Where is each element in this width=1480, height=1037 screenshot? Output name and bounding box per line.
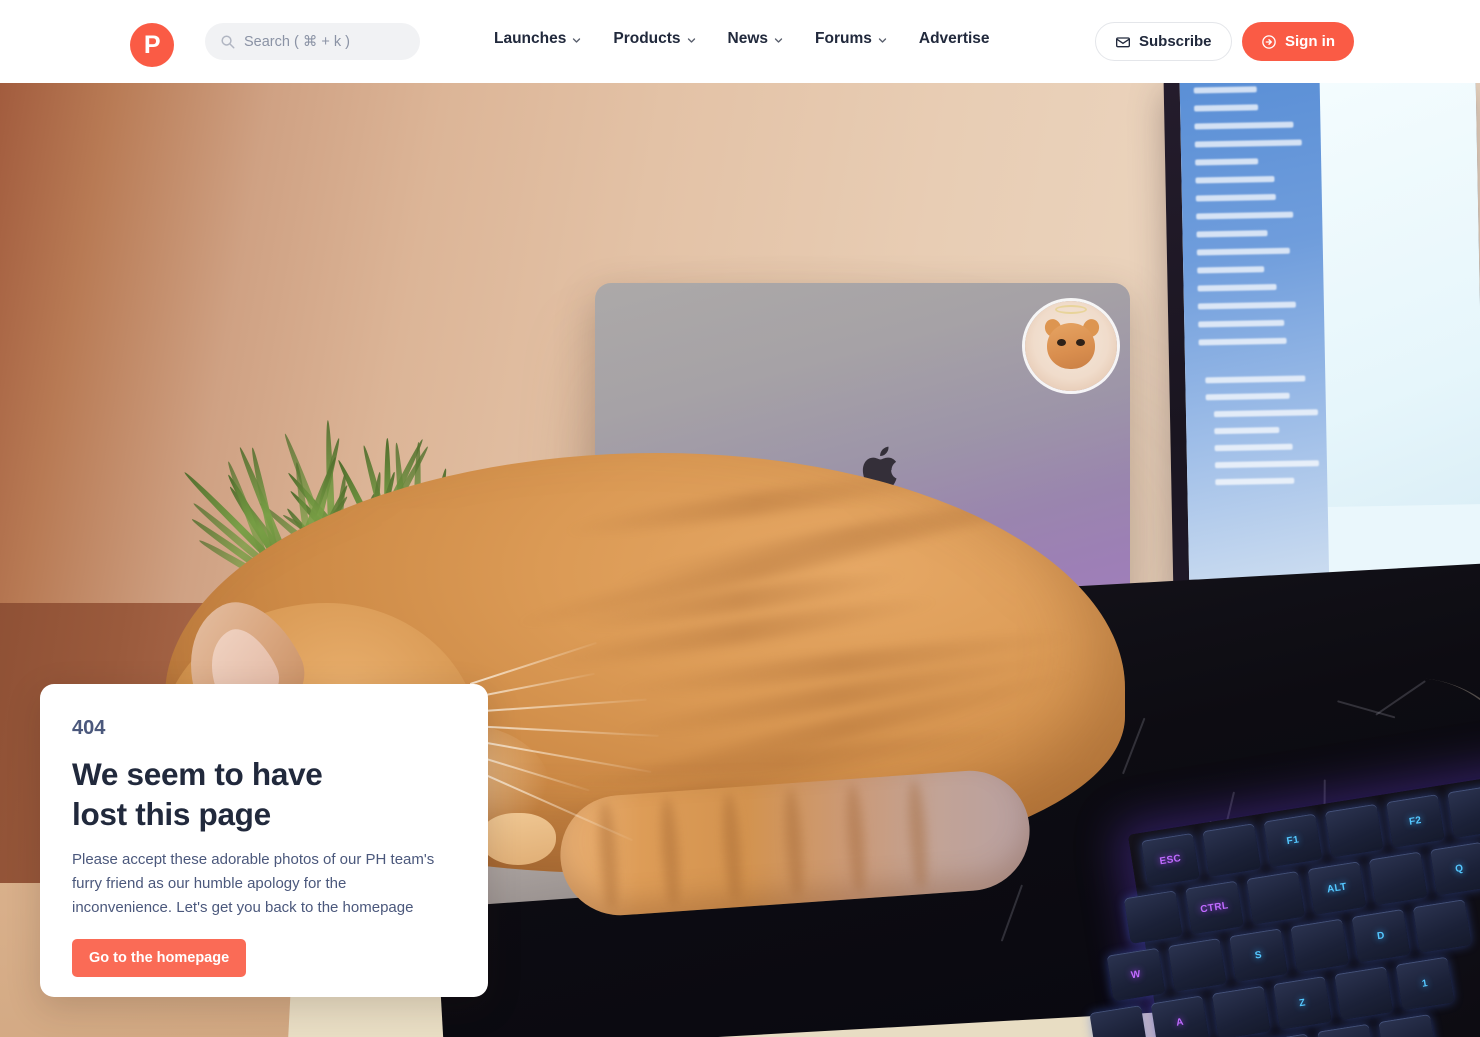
monitor-layer-row bbox=[1215, 444, 1293, 451]
cat-stripe bbox=[507, 500, 1013, 636]
chevron-down-icon bbox=[687, 36, 696, 45]
sign-in-arrow-icon bbox=[1261, 34, 1277, 50]
sign-in-button[interactable]: Sign in bbox=[1242, 22, 1354, 61]
monitor-sidebar-row bbox=[1198, 302, 1296, 310]
key-label: Z bbox=[1298, 997, 1306, 1009]
chevron-down-icon bbox=[774, 36, 783, 45]
tail-stripe bbox=[720, 793, 743, 902]
search-icon bbox=[220, 34, 235, 49]
sticker-eye-right bbox=[1076, 339, 1085, 346]
tail-stripe bbox=[597, 802, 620, 911]
key-label: CTRL bbox=[1200, 900, 1230, 915]
error-heading-line-1: We seem to have bbox=[72, 754, 456, 794]
tail-stripe bbox=[782, 789, 805, 898]
nav-item-forums[interactable]: Forums bbox=[815, 30, 887, 48]
monitor-screen bbox=[1180, 83, 1480, 580]
monitor-layer-row bbox=[1214, 409, 1318, 417]
keyboard-key bbox=[1124, 890, 1183, 944]
error-card: 404 We seem to have lost this page Pleas… bbox=[40, 684, 488, 997]
sticker-face bbox=[1047, 323, 1095, 369]
key-label: ALT bbox=[1326, 881, 1347, 895]
mat-speck bbox=[1122, 718, 1145, 775]
key-label: S bbox=[1254, 949, 1263, 961]
key-label: A bbox=[1175, 1016, 1184, 1028]
product-hunt-logo[interactable]: P bbox=[130, 23, 174, 67]
monitor-sidebar-row bbox=[1195, 176, 1274, 184]
keyboard-key: CTRL bbox=[1185, 881, 1244, 935]
keyboard-key: F1 bbox=[1264, 813, 1323, 867]
keyboard-key bbox=[1325, 804, 1384, 858]
monitor-sidebar-row bbox=[1195, 158, 1258, 165]
key-label: F1 bbox=[1286, 834, 1300, 847]
nav-item-products[interactable]: Products bbox=[613, 30, 695, 48]
keyboard-key: W bbox=[1107, 948, 1166, 1002]
nav-label: News bbox=[728, 30, 769, 48]
search-input[interactable]: Search ( ⌘ + k ) bbox=[205, 23, 420, 60]
error-heading-line-2: lost this page bbox=[72, 794, 456, 834]
monitor-layer-row bbox=[1215, 478, 1294, 486]
tail-stripe bbox=[659, 797, 682, 906]
monitor-sidebar-row bbox=[1195, 139, 1302, 147]
cat-paw bbox=[480, 813, 556, 865]
design-canvas bbox=[1320, 83, 1480, 507]
sticker-eye-left bbox=[1057, 339, 1066, 346]
monitor-sidebar-row bbox=[1198, 284, 1278, 292]
monitor-sidebar-row bbox=[1194, 104, 1259, 111]
go-home-button[interactable]: Go to the homepage bbox=[72, 939, 246, 977]
mat-speck bbox=[1001, 884, 1023, 941]
nav-item-news[interactable]: News bbox=[728, 30, 784, 48]
nav-label: Products bbox=[613, 30, 680, 48]
key-label: ESC bbox=[1159, 853, 1182, 867]
keyboard-key bbox=[1202, 823, 1261, 877]
keyboard-key: ALT bbox=[1308, 861, 1367, 915]
subscribe-label: Subscribe bbox=[1139, 33, 1212, 50]
keyboard-key: Z bbox=[1273, 976, 1332, 1030]
keyboard-key bbox=[1212, 986, 1271, 1037]
monitor-layer-row bbox=[1215, 460, 1319, 468]
nav-label: Forums bbox=[815, 30, 872, 48]
chevron-down-icon bbox=[878, 36, 887, 45]
nav-label: Advertise bbox=[919, 30, 990, 48]
angel-cat-sticker bbox=[1025, 301, 1117, 391]
nav-label: Launches bbox=[494, 30, 566, 48]
site-header: P Search ( ⌘ + k ) Launches Products New… bbox=[0, 0, 1480, 83]
keyboard-key: A bbox=[1151, 995, 1210, 1037]
monitor-sidebar-row bbox=[1198, 320, 1284, 328]
keyboard-key: S bbox=[1229, 928, 1288, 982]
design-tool-sidebar bbox=[1180, 83, 1330, 580]
keyboard-key bbox=[1290, 919, 1349, 973]
monitor-sidebar-row bbox=[1194, 122, 1293, 130]
nav-item-advertise[interactable]: Advertise bbox=[919, 30, 990, 48]
error-code: 404 bbox=[72, 718, 456, 738]
nav-item-launches[interactable]: Launches bbox=[494, 30, 581, 48]
subscribe-button[interactable]: Subscribe bbox=[1095, 22, 1232, 61]
monitor-sidebar-row bbox=[1196, 230, 1267, 237]
monitor-layer-row bbox=[1206, 393, 1291, 401]
error-heading: We seem to have lost this page bbox=[72, 754, 456, 834]
error-body-text: Please accept these adorable photos of o… bbox=[72, 848, 444, 920]
sign-in-label: Sign in bbox=[1285, 33, 1335, 50]
monitor-sidebar-row bbox=[1194, 86, 1257, 93]
tail-stripe bbox=[906, 780, 929, 889]
monitor-layer-row bbox=[1205, 375, 1306, 383]
main-navigation: Launches Products News Forums Advertise bbox=[494, 30, 990, 48]
monitor-layer-row bbox=[1214, 427, 1279, 434]
monitor-sidebar-row bbox=[1197, 248, 1290, 256]
logo-letter: P bbox=[144, 31, 160, 60]
monitor-sidebar-row bbox=[1197, 266, 1264, 273]
tail-stripe bbox=[844, 784, 867, 893]
monitor-sidebar-row bbox=[1196, 212, 1293, 220]
keyboard-key bbox=[1246, 871, 1305, 925]
keyboard-key: ESC bbox=[1141, 833, 1200, 887]
monitor-sidebar-row bbox=[1199, 338, 1287, 346]
envelope-icon bbox=[1115, 34, 1131, 50]
halo-shape bbox=[1055, 305, 1087, 314]
search-placeholder: Search ( ⌘ + k ) bbox=[244, 34, 350, 50]
chevron-down-icon bbox=[572, 36, 581, 45]
keyboard-key bbox=[1168, 938, 1227, 992]
monitor-sidebar-row bbox=[1196, 194, 1276, 202]
key-label: W bbox=[1130, 968, 1141, 980]
